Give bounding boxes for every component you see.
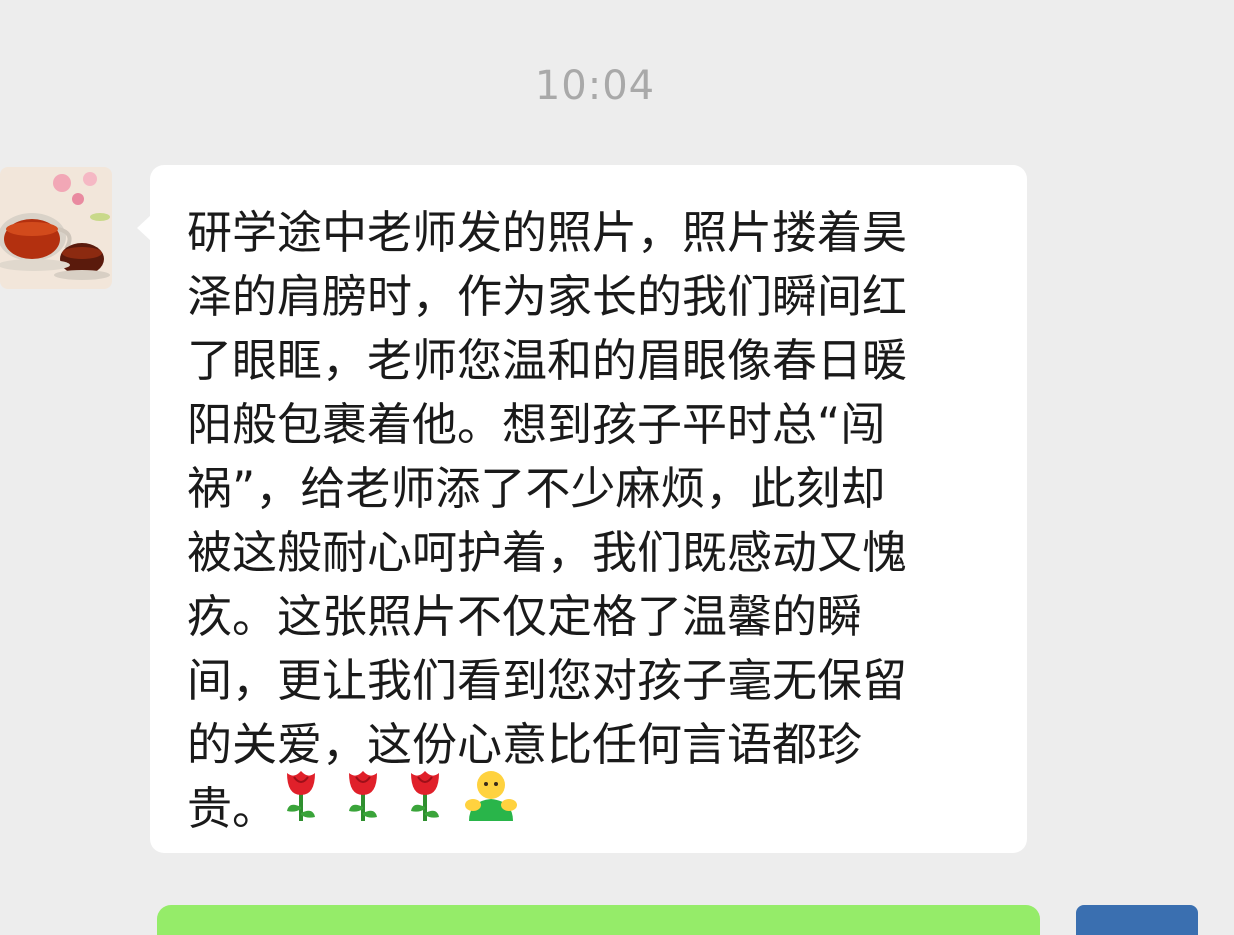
tea-cup-avatar-icon[interactable] [0,167,112,289]
message-text: 研学途中老师发的照片，照片搂着昊 泽的肩膀时，作为家长的我们瞬间红 了眼眶，老师… [187,206,908,835]
chat-timestamp: 10:04 [534,63,656,109]
rose-icon [287,771,315,821]
message-row: 研学途中老师发的照片，照片搂着昊 泽的肩膀时，作为家长的我们瞬间红 了眼眶，老师… [0,165,1234,865]
rose-icon [349,771,377,821]
next-avatar[interactable] [1076,905,1198,935]
rose-icon [411,771,439,821]
hug-icon [465,771,517,821]
message-bubble[interactable]: 研学途中老师发的照片，照片搂着昊 泽的肩膀时，作为家长的我们瞬间红 了眼眶，老师… [137,165,1027,853]
bubble-tail [137,215,151,241]
emoji-row [275,767,521,823]
next-outgoing-bubble[interactable] [157,905,1040,935]
